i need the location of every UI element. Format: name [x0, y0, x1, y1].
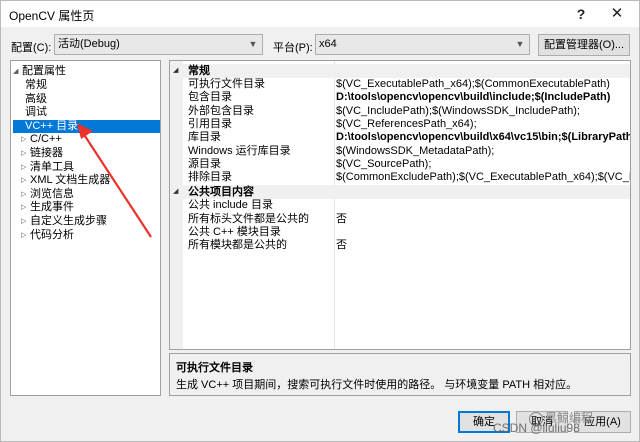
tree-item[interactable]: 高级	[25, 93, 47, 106]
property-name: 公共 C++ 模块目录	[188, 226, 281, 238]
property-row[interactable]: 包含目录 D:\tools\opencv\opencv\build\include…	[183, 91, 630, 104]
property-name: 排除目录	[188, 171, 232, 184]
property-row[interactable]: 引用目录 $(VC_ReferencesPath_x64);	[183, 118, 630, 131]
collapsed-triangle-icon[interactable]: ▷	[21, 174, 30, 187]
grid-category[interactable]: ◢ 常规	[170, 64, 630, 78]
tree-item-label: 高级	[25, 92, 47, 105]
config-combo[interactable]: 活动(Debug) ▼	[54, 34, 263, 55]
property-name: Windows 运行库目录	[188, 144, 291, 157]
property-name: 源目录	[188, 157, 221, 170]
tree-item-label: 自定义生成步骤	[30, 215, 107, 227]
property-value[interactable]: 否	[336, 213, 347, 226]
description-panel: 可执行文件目录 生成 VC++ 项目期间，搜索可执行文件时使用的路径。 与环境变…	[169, 353, 631, 396]
property-value[interactable]: 否	[336, 239, 347, 252]
property-row[interactable]: 公共 include 目录	[183, 199, 630, 212]
tree-item[interactable]: ▷ 代码分析	[13, 229, 74, 242]
property-value[interactable]: $(VC_IncludePath);$(WindowsSDK_IncludePa…	[336, 105, 580, 118]
tree-item[interactable]: ▷ 浏览信息	[13, 188, 74, 201]
tree-item[interactable]: ▷ C/C++	[13, 133, 62, 146]
property-value[interactable]: $(VC_ExecutablePath_x64);$(CommonExecuta…	[336, 78, 610, 91]
collapsed-triangle-icon[interactable]: ▷	[21, 133, 30, 146]
property-row[interactable]: 外部包含目录 $(VC_IncludePath);$(WindowsSDK_Inc…	[183, 105, 630, 118]
property-name: 可执行文件目录	[188, 78, 265, 90]
tree-item-label: 链接器	[30, 147, 63, 159]
config-combo-value: 活动(Debug)	[58, 38, 120, 50]
property-grid[interactable]: ◢ 常规 可执行文件目录 $(VC_ExecutablePath_x64);$(Com…	[169, 60, 631, 350]
tree-item-label: 代码分析	[30, 228, 74, 241]
platform-combo-value: x64	[319, 38, 337, 50]
tree-item[interactable]: ▷ 自定义生成步骤	[13, 215, 107, 228]
property-value[interactable]: $(WindowsSDK_MetadataPath);	[336, 145, 494, 158]
property-row[interactable]: 可执行文件目录 $(VC_ExecutablePath_x64);$(Common…	[183, 78, 630, 91]
property-value[interactable]: D:\tools\opencv\opencv\build\x64\vc15\bi…	[336, 131, 630, 144]
property-row[interactable]: 排除目录 $(CommonExcludePath);$(VC_Executable…	[183, 171, 630, 184]
property-value[interactable]: $(VC_SourcePath);	[336, 158, 431, 171]
platform-label: 平台(P):	[273, 42, 313, 54]
property-value[interactable]: D:\tools\opencv\opencv\build\include;$(I…	[336, 91, 610, 104]
property-name: 外部包含目录	[188, 104, 254, 117]
watermark-csdn: CSDN @liuliu98	[493, 421, 580, 435]
grid-gutter	[170, 61, 183, 349]
property-row[interactable]: 所有标头文件都是公共的 否	[183, 213, 630, 226]
collapsed-triangle-icon[interactable]: ▷	[21, 201, 30, 214]
tree-root-config-properties[interactable]: ◢ 配置属性	[13, 65, 66, 78]
tree-item-label: 生成事件	[30, 201, 74, 214]
collapsed-triangle-icon[interactable]: ▷	[21, 188, 30, 201]
property-name: 公共 include 目录	[188, 199, 273, 212]
window-title: OpenCV 属性页	[9, 9, 95, 23]
chevron-down-icon: ▼	[515, 39, 525, 49]
collapsed-triangle-icon[interactable]: ▷	[21, 147, 30, 160]
property-name: 包含目录	[188, 91, 232, 104]
expanded-triangle-icon[interactable]: ◢	[173, 64, 178, 78]
expanded-triangle-icon: ◢	[13, 68, 19, 75]
collapsed-triangle-icon[interactable]: ▷	[21, 229, 30, 242]
tree-item-label: VC++ 目录	[25, 119, 79, 132]
chevron-down-icon: ▼	[248, 39, 258, 49]
grid-category[interactable]: ◢ 公共项目内容	[170, 185, 630, 200]
property-name: 所有标头文件都是公共的	[188, 212, 309, 225]
tree-item-label: XML 文档生成器	[30, 174, 111, 187]
property-row[interactable]: 源目录 $(VC_SourcePath);	[183, 158, 630, 171]
collapsed-triangle-icon[interactable]: ▷	[21, 215, 30, 228]
tree-item[interactable]: ▷ 生成事件	[13, 201, 74, 214]
tree-item-label: 浏览信息	[30, 187, 74, 200]
tree-item[interactable]: ▷ 清单工具	[13, 161, 74, 174]
property-row[interactable]: 所有模块都是公共的 否	[183, 239, 630, 252]
property-value[interactable]: $(CommonExcludePath);$(VC_ExecutablePath…	[336, 171, 630, 184]
tree-item[interactable]: 常规	[25, 79, 47, 92]
property-name: 引用目录	[188, 117, 232, 130]
description-text: 生成 VC++ 项目期间，搜索可执行文件时使用的路径。 与环境变量 PATH 相…	[176, 379, 578, 391]
platform-combo[interactable]: x64 ▼	[315, 34, 530, 55]
config-manager-button[interactable]: 配置管理器(O)...	[538, 34, 630, 56]
tree-item-label: 调试	[25, 106, 47, 119]
close-button[interactable]: ✕	[603, 3, 631, 25]
property-name: 库目录	[188, 131, 221, 144]
help-button[interactable]: ?	[567, 3, 595, 25]
config-label: 配置(C):	[11, 42, 52, 54]
property-row[interactable]: Windows 运行库目录 $(WindowsSDK_MetadataPath);	[183, 145, 630, 158]
grid-category-label: 常规	[188, 65, 210, 77]
tree-item-label: 清单工具	[30, 160, 74, 173]
title-bar: OpenCV 属性页 ? ✕	[1, 1, 639, 27]
grid-category-label: 公共项目内容	[188, 186, 254, 199]
property-pages-window: OpenCV 属性页 ? ✕ 配置(C): 活动(Debug) ▼ 平台(P):…	[0, 0, 640, 442]
tree-item[interactable]: VC++ 目录	[13, 119, 160, 133]
property-row[interactable]: 公共 C++ 模块目录	[183, 226, 630, 239]
tree-item[interactable]: ▷ XML 文档生成器	[13, 174, 110, 187]
tree-item-label: 常规	[25, 79, 47, 91]
property-row[interactable]: 库目录 D:\tools\opencv\opencv\build\x64\vc15…	[183, 131, 630, 144]
category-tree[interactable]: ◢ 配置属性 常规 高级 调试 VC++ 目录 ▷ C/C++ ▷ 链接器 ▷ 清单工具 ▷ XML 文…	[10, 60, 161, 396]
tree-item-label: C/C++	[30, 133, 62, 146]
property-name: 所有模块都是公共的	[188, 239, 287, 252]
tree-root-label: 配置属性	[22, 65, 66, 77]
description-title: 可执行文件目录	[176, 362, 253, 374]
tree-item[interactable]: ▷ 链接器	[13, 147, 63, 160]
collapsed-triangle-icon[interactable]: ▷	[21, 161, 30, 174]
expanded-triangle-icon[interactable]: ◢	[173, 185, 178, 199]
property-value[interactable]: $(VC_ReferencesPath_x64);	[336, 118, 477, 131]
tree-item[interactable]: 调试	[25, 106, 47, 119]
